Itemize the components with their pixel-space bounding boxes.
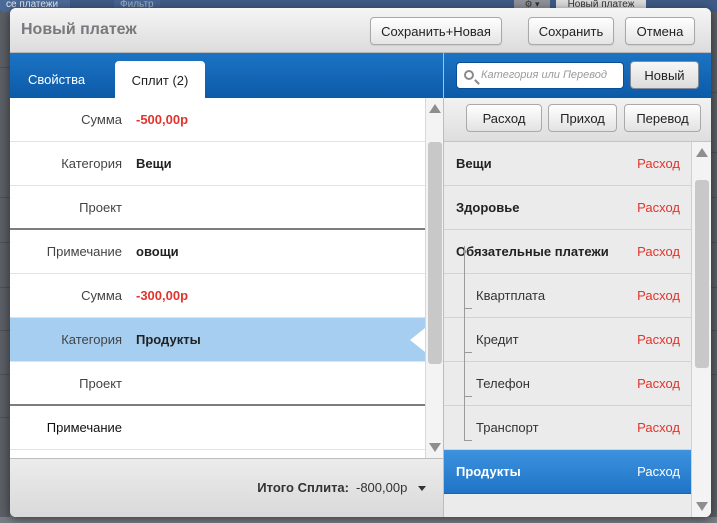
scroll-up-icon[interactable] [429,104,441,113]
split-list-scrollbar[interactable] [425,98,443,458]
row-label: Примечание [46,244,122,259]
category-name: Квартплата [476,288,546,303]
category-name: Здоровье [456,200,520,215]
save-new-button[interactable]: Сохранить+Новая [370,17,502,45]
background-left-strip [0,12,10,517]
scroll-down-icon[interactable] [696,502,708,511]
category-item-child[interactable]: Квартплата Расход [444,274,692,318]
row-value: -500,00р [136,112,189,127]
category-item[interactable]: Здоровье Расход [444,186,692,230]
tree-branch-line [464,352,472,353]
category-type: Расход [637,244,680,259]
category-name: Телефон [476,376,530,391]
category-item-child[interactable]: Кредит Расход [444,318,692,362]
category-name: Транспорт [476,420,539,435]
tree-branch-line [464,308,472,309]
row-label: Проект [79,376,122,391]
row-label: Проект [79,200,122,215]
split-row-amount-2[interactable]: Сумма -300,00р [10,274,425,318]
category-item-child[interactable]: Транспорт Расход [444,406,692,450]
selection-pointer-icon [410,328,425,352]
row-value: -300,00р [136,288,189,303]
tree-branch-line [464,440,472,441]
tab-properties[interactable]: Свойства [28,72,85,87]
row-label: Категория [61,332,122,347]
category-type: Расход [637,332,680,347]
category-type: Расход [637,420,680,435]
split-rows-list: Сумма -500,00р Категория Вещи Проект При… [10,98,425,458]
tab-split[interactable]: Сплит (2) [115,61,205,99]
category-list: Вещи Расход Здоровье Расход Обязательные… [444,142,692,517]
category-name: Продукты [456,464,521,479]
split-row-category-2[interactable]: Категория Продукты [10,318,425,362]
split-row-project-1[interactable]: Проект [10,186,425,230]
category-panel: Категория или Перевод Новый Расход Прихо… [443,53,711,517]
new-payment-dialog: Новый платеж Сохранить+Новая Сохранить О… [10,8,711,517]
split-total-label: Итого Сплита: [257,480,349,495]
category-name: Вещи [456,156,492,171]
cancel-button[interactable]: Отмена [625,17,695,45]
row-label: Сумма [81,112,122,127]
category-name: Обязательные платежи [456,244,609,259]
split-row-note-1[interactable]: Примечание овощи [10,230,425,274]
income-filter-button[interactable]: Приход [548,104,617,132]
category-item-selected[interactable]: Продукты Расход [444,450,692,494]
chevron-down-icon[interactable] [418,486,426,491]
category-type: Расход [637,464,680,479]
split-row-project-2[interactable]: Проект [10,362,425,406]
scrollbar-thumb[interactable] [695,180,709,368]
row-value: Вещи [136,156,172,171]
split-row-category-1[interactable]: Категория Вещи [10,142,425,186]
split-total-value: -800,00р [356,480,408,495]
category-name: Кредит [476,332,519,347]
row-value: овощи [136,244,179,259]
scrollbar-thumb[interactable] [428,142,442,364]
save-button[interactable]: Сохранить [528,17,614,45]
category-type: Расход [637,288,680,303]
split-total-bar[interactable]: Итого Сплита: -800,00р [10,458,443,517]
category-item-child[interactable]: Телефон Расход [444,362,692,406]
expense-filter-button[interactable]: Расход [466,104,542,132]
new-category-button[interactable]: Новый [630,61,699,89]
tree-connector-line [464,246,465,441]
category-item[interactable]: Обязательные платежи Расход [444,230,692,274]
row-label: Примечание [46,420,122,435]
category-type: Расход [637,156,680,171]
category-item[interactable]: Вещи Расход [444,142,692,186]
scroll-up-icon[interactable] [696,148,708,157]
category-type: Расход [637,376,680,391]
search-placeholder: Категория или Перевод [481,69,607,81]
category-search-bar: Категория или Перевод Новый [444,53,711,98]
row-label: Сумма [81,288,122,303]
category-list-scrollbar[interactable] [691,142,711,517]
tree-branch-line [464,396,472,397]
scroll-down-icon[interactable] [429,443,441,452]
split-row-amount-1[interactable]: Сумма -500,00р [10,98,425,142]
transfer-filter-button[interactable]: Перевод [624,104,701,132]
row-label: Категория [61,156,122,171]
search-icon [464,70,474,80]
category-search-input[interactable]: Категория или Перевод [456,62,624,89]
category-type-bar: Расход Приход Перевод [444,98,711,142]
row-value: Продукты [136,332,201,347]
dialog-title: Новый платеж [21,21,137,38]
category-type: Расход [637,200,680,215]
dialog-titlebar: Новый платеж Сохранить+Новая Сохранить О… [10,8,711,53]
split-row-note-2[interactable]: Примечание [10,406,425,450]
